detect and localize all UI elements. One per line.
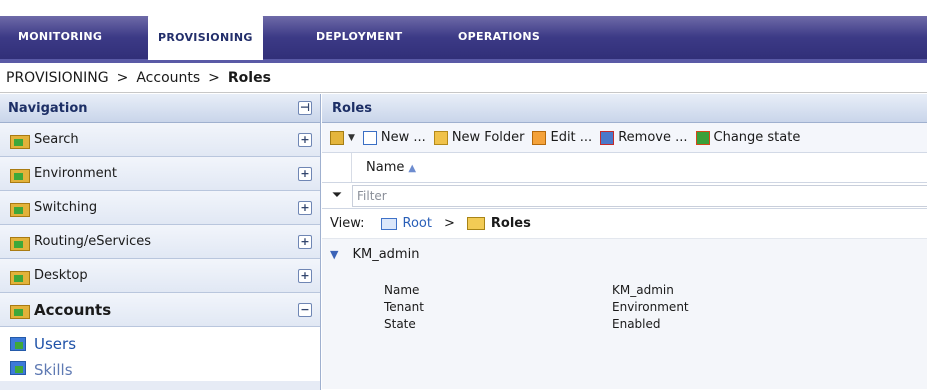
column-header-name[interactable]: Name ▲ xyxy=(352,160,416,175)
change-state-button-label: Change state xyxy=(713,130,801,145)
list-header: Name ▲ xyxy=(322,153,927,183)
expand-triangle-icon[interactable]: ▼ xyxy=(330,248,338,261)
chevron-down-icon[interactable]: ▼ xyxy=(348,133,355,143)
panel-title: Roles xyxy=(322,94,927,123)
view-path: View: Root > Roles xyxy=(322,209,927,239)
detail-value: Enabled xyxy=(612,317,661,331)
navigation-header: Navigation ⊣ xyxy=(0,94,320,123)
header-spacer xyxy=(322,153,352,182)
nav-subitem-label: Users xyxy=(34,335,77,353)
navigation-title: Navigation xyxy=(8,100,88,116)
skills-icon xyxy=(10,361,26,375)
view-root-label: Root xyxy=(402,216,432,231)
new-folder-icon xyxy=(433,130,448,145)
detail-row-state: State Enabled xyxy=(322,317,927,334)
collapse-icon[interactable]: − xyxy=(298,302,312,317)
new-folder-button[interactable]: New Folder xyxy=(433,130,525,145)
folder-icon xyxy=(10,269,30,285)
remove-icon xyxy=(600,130,615,145)
nav-item-accounts[interactable]: Accounts − xyxy=(0,293,320,327)
view-current-label: Roles xyxy=(490,216,531,231)
navigation-panel: Navigation ⊣ Search + Environment + Swit… xyxy=(0,94,321,390)
nav-subitem-label: Skills xyxy=(34,361,73,379)
edit-button[interactable]: Edit ... xyxy=(532,130,592,145)
filter-input[interactable] xyxy=(352,184,927,207)
new-button-label: New ... xyxy=(380,130,426,145)
expand-icon[interactable]: + xyxy=(298,234,312,249)
toolbar: ▼ New ... New Folder Edit ... Remove ...… xyxy=(322,123,927,153)
users-icon xyxy=(10,337,26,351)
folder-icon xyxy=(466,217,485,230)
filter-icon[interactable]: ⏷ xyxy=(322,188,352,203)
nav-item-label: Search xyxy=(34,132,79,147)
breadcrumb-roles: Roles xyxy=(227,69,271,86)
nav-item-routing-eservices[interactable]: Routing/eServices + xyxy=(0,225,320,259)
nav-item-switching[interactable]: Switching + xyxy=(0,191,320,225)
remove-button[interactable]: Remove ... xyxy=(600,130,688,145)
column-header-label: Name xyxy=(366,160,405,175)
main-tab-bar: MONITORING PROVISIONING DEPLOYMENT OPERA… xyxy=(0,0,927,63)
breadcrumb-separator: > xyxy=(116,69,129,86)
expand-icon[interactable]: + xyxy=(298,166,312,181)
edit-icon xyxy=(532,130,547,145)
detail-value: Environment xyxy=(612,300,689,314)
view-current-folder: Roles xyxy=(466,216,531,231)
folder-up-icon[interactable] xyxy=(330,130,344,145)
collapse-all-icon[interactable]: ⊣ xyxy=(298,101,312,115)
tab-provisioning[interactable]: PROVISIONING xyxy=(148,14,263,60)
nav-item-label: Desktop xyxy=(34,268,88,283)
sort-ascending-icon: ▲ xyxy=(408,163,417,174)
nav-item-label: Environment xyxy=(34,166,118,181)
new-button[interactable]: New ... xyxy=(362,130,426,145)
folder-icon xyxy=(10,133,30,149)
change-state-button[interactable]: Change state xyxy=(695,130,801,145)
detail-row-tenant: Tenant Environment xyxy=(322,300,927,317)
breadcrumb-provisioning[interactable]: PROVISIONING xyxy=(6,70,109,86)
tab-deployment[interactable]: DEPLOYMENT xyxy=(306,16,412,58)
list-item[interactable]: ▼ KM_admin xyxy=(322,239,927,269)
item-details: Name KM_admin Tenant Environment State E… xyxy=(322,269,927,389)
remove-button-label: Remove ... xyxy=(618,130,688,145)
nav-item-label: Switching xyxy=(34,200,98,215)
change-state-icon xyxy=(695,130,710,145)
detail-row-name: Name KM_admin xyxy=(322,283,927,300)
expand-icon[interactable]: + xyxy=(298,268,312,283)
nav-item-search[interactable]: Search + xyxy=(0,123,320,157)
detail-key: State xyxy=(384,317,416,331)
detail-value: KM_admin xyxy=(612,283,674,297)
view-separator: > xyxy=(443,216,455,231)
nav-item-label: Accounts xyxy=(34,300,112,319)
folder-icon xyxy=(10,303,30,319)
breadcrumb-accounts[interactable]: Accounts xyxy=(136,70,200,86)
nav-item-desktop[interactable]: Desktop + xyxy=(0,259,320,293)
detail-key: Name xyxy=(384,283,420,297)
folder-icon xyxy=(10,201,30,217)
root-icon xyxy=(380,217,397,230)
breadcrumb-separator: > xyxy=(208,69,220,86)
nav-item-environment[interactable]: Environment + xyxy=(0,157,320,191)
view-root-link[interactable]: Root xyxy=(380,216,432,231)
list-item-name: KM_admin xyxy=(352,246,420,262)
new-icon xyxy=(362,130,377,145)
breadcrumb: PROVISIONING > Accounts > Roles xyxy=(0,63,927,93)
roles-panel: Roles ▼ New ... New Folder Edit ... Remo… xyxy=(322,94,927,390)
detail-key: Tenant xyxy=(384,300,424,314)
filter-row: ⏷ xyxy=(322,183,927,209)
folder-icon xyxy=(10,167,30,183)
edit-button-label: Edit ... xyxy=(550,130,593,145)
nav-subitem-skills[interactable]: Skills xyxy=(0,361,320,381)
nav-item-label: Routing/eServices xyxy=(34,234,152,249)
tab-operations[interactable]: OPERATIONS xyxy=(448,16,550,58)
folder-icon xyxy=(10,235,30,251)
expand-icon[interactable]: + xyxy=(298,132,312,147)
tab-monitoring[interactable]: MONITORING xyxy=(8,16,112,58)
expand-icon[interactable]: + xyxy=(298,200,312,215)
view-label: View: xyxy=(330,216,365,231)
new-folder-button-label: New Folder xyxy=(451,130,525,145)
nav-subitem-users[interactable]: Users xyxy=(0,327,320,361)
